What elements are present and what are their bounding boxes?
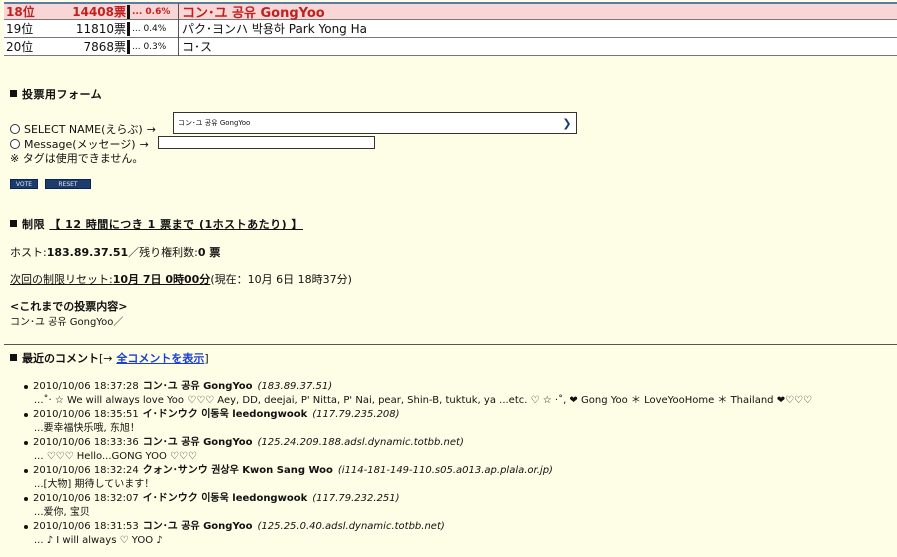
comment-user: イ･ドンウク 이동욱 leedongwook: [142, 409, 308, 420]
column-divider: [178, 37, 179, 56]
list-item: 2010/10/06 18:37:28 コン･ユ 공유 GongYoo (183.8…: [24, 380, 812, 408]
rank-votes: 7868票: [83, 40, 126, 54]
host-info: ホスト:183.89.37.51／残り権利数:0 票: [10, 244, 220, 260]
chevron-down-icon[interactable]: ❯: [560, 115, 574, 131]
select-name-radio[interactable]: [10, 124, 20, 134]
ranking-row: 18位 14408票 ... 0.6% コン･ユ 공유 GongYoo: [4, 2, 897, 21]
comment-host: (125.24.209.188.adsl.dynamic.totbb.net): [257, 437, 464, 448]
bullet-icon: [24, 497, 28, 501]
message-radio[interactable]: [10, 139, 20, 149]
rank-bar: [127, 21, 130, 36]
history-value: コン･ユ 공유 GongYoo／: [10, 317, 124, 328]
vote-button[interactable]: VOTE: [10, 179, 38, 189]
remaining-label: ／残り権利数:: [128, 246, 198, 259]
square-bullet-icon: [10, 220, 17, 227]
comment-date: 2010/10/06 18:32:07: [33, 493, 139, 504]
vote-form-title-text: 投票用フォーム: [22, 88, 103, 101]
limit-rule-link[interactable]: 【 12 時間につき 1 票まで (1ホストあたり) 】: [49, 218, 303, 231]
rank-votes: 11810票: [75, 22, 126, 36]
bullet-icon: [24, 469, 28, 473]
name-select[interactable]: コン･ユ 공유 GongYoo ❯: [173, 112, 577, 134]
comment-body: ...爱你, 宝贝: [34, 507, 90, 518]
rank-percent: ... 0.4%: [132, 23, 167, 34]
comment-body: ... ♡♡♡ Hello...GONG YOO ♡♡♡: [34, 451, 197, 462]
rank-name: コ･ス: [182, 40, 213, 54]
comment-date: 2010/10/06 18:37:28: [33, 381, 139, 392]
comments-header: 最近のコメント[→ 全コメントを表示]: [10, 350, 209, 366]
comment-host: (117.79.235.208): [312, 409, 400, 420]
reset-value: 10月 7日 0時00分: [112, 273, 211, 286]
bracket-open: [→: [99, 352, 113, 365]
section-divider: [4, 344, 897, 345]
message-input[interactable]: [158, 136, 375, 149]
comment-date: 2010/10/06 18:35:51: [33, 409, 139, 420]
rank-bar: [127, 39, 130, 54]
comment-user: コン･ユ 공유 GongYoo: [142, 437, 253, 448]
rank-position: 18位: [6, 5, 35, 19]
comment-host: (117.79.232.251): [312, 493, 400, 504]
list-item: 2010/10/06 18:32:24 クォン･サンウ 권상우 Kwon Sang…: [24, 464, 812, 492]
select-name-label: SELECT NAME(えらぶ): [24, 123, 143, 136]
comment-body: ...˚‧ ☆ We will always love Yoo ♡♡♡ Aey,…: [34, 395, 812, 406]
reset-button[interactable]: RESET: [45, 179, 91, 189]
history-title: <これまでの投票内容>: [10, 300, 128, 313]
rank-position: 20位: [6, 40, 34, 54]
comment-date: 2010/10/06 18:31:53: [33, 521, 139, 532]
vote-form-title: 投票用フォーム: [10, 86, 102, 102]
tag-note: ※ タグは使用できません。: [10, 152, 144, 165]
list-item: 2010/10/06 18:32:07 イ･ドンウク 이동욱 leedongwoo…: [24, 492, 812, 520]
list-item: 2010/10/06 18:33:36 コン･ユ 공유 GongYoo (125.2…: [24, 436, 812, 464]
select-name-row: SELECT NAME(えらぶ) →: [10, 121, 160, 137]
comment-user: イ･ドンウク 이동욱 leedongwook: [142, 493, 308, 504]
comment-host: (i114-181-149-110.s05.a013.ap.plala.or.j…: [337, 465, 553, 476]
comment-body: ...要幸福快乐哦, 东旭！: [34, 423, 140, 434]
arrow-icon: →: [146, 122, 156, 136]
comment-host: (125.25.0.40.adsl.dynamic.totbb.net): [257, 521, 445, 532]
reset-info: 次回の制限リセット:10月 7日 0時00分(現在：10月 6日 18時37分): [10, 271, 352, 287]
bullet-icon: [24, 525, 28, 529]
bullet-icon: [24, 413, 28, 417]
rank-percent: ... 0.3%: [132, 41, 167, 52]
ranking-row: 19位 11810票 ... 0.4% パク･ヨンハ 박용하 Park Yong…: [4, 19, 897, 38]
arrow-icon: →: [139, 137, 149, 151]
name-select-value: コン･ユ 공유 GongYoo: [178, 119, 251, 127]
comment-date: 2010/10/06 18:33:36: [33, 437, 139, 448]
ranking-table: 18位 14408票 ... 0.6% コン･ユ 공유 GongYoo 19位 …: [4, 2, 897, 56]
square-bullet-icon: [10, 90, 17, 97]
rank-percent: ... 0.6%: [132, 6, 171, 17]
bullet-icon: [24, 385, 28, 389]
bracket-close: ]: [204, 352, 209, 365]
square-bullet-icon: [10, 354, 17, 361]
comment-user: クォン･サンウ 권상우 Kwon Sang Woo: [142, 465, 333, 476]
comment-body: ... ♪ I will always ♡ YOO ♪: [34, 535, 163, 546]
limit-title: 制限 【 12 時間につき 1 票まで (1ホストあたり) 】: [10, 216, 303, 232]
comment-body: ...[大物] 期待しています！: [34, 479, 155, 490]
comment-list: 2010/10/06 18:37:28 コン･ユ 공유 GongYoo (183.8…: [24, 380, 812, 548]
list-item: 2010/10/06 18:31:53 コン･ユ 공유 GongYoo (125.2…: [24, 520, 812, 548]
rank-bar: [127, 4, 130, 19]
rank-position: 19位: [6, 22, 34, 36]
comments-title: 最近のコメント: [22, 352, 99, 365]
host-value: 183.89.37.51: [46, 246, 129, 259]
comment-user: コン･ユ 공유 GongYoo: [142, 521, 253, 532]
limit-title-text: 制限: [22, 218, 45, 231]
comment-user: コン･ユ 공유 GongYoo: [142, 381, 253, 392]
current-time: (現在：10月 6日 18時37分): [210, 273, 352, 286]
rank-name: コン･ユ 공유 GongYoo: [182, 6, 325, 21]
ranking-row: 20位 7868票 ... 0.3% コ･ス: [4, 37, 897, 56]
column-divider: [178, 19, 179, 38]
host-label: ホスト:: [10, 246, 47, 259]
bullet-icon: [24, 441, 28, 445]
remaining-value: 0 票: [197, 246, 221, 259]
comment-host: (183.89.37.51): [257, 381, 333, 392]
all-comments-link[interactable]: 全コメントを表示: [116, 352, 204, 365]
column-divider: [178, 2, 179, 21]
list-item: 2010/10/06 18:35:51 イ･ドンウク 이동욱 leedongwoo…: [24, 408, 812, 436]
rank-name: パク･ヨンハ 박용하 Park Yong Ha: [182, 22, 367, 36]
comment-date: 2010/10/06 18:32:24: [33, 465, 139, 476]
reset-label: 次回の制限リセット:: [10, 273, 113, 286]
rank-votes: 14408票: [72, 5, 126, 19]
